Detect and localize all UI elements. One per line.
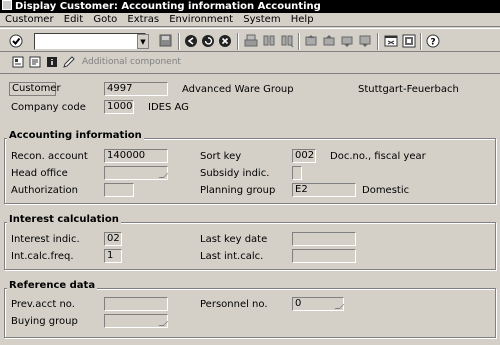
- search-help-indicator-icon: [334, 304, 345, 309]
- info-icon[interactable]: [44, 56, 59, 71]
- window-title: Display Customer: Accounting information…: [15, 1, 321, 12]
- interest-indic-field[interactable]: 02: [104, 232, 122, 246]
- find-icon[interactable]: [261, 34, 276, 49]
- find-next-icon[interactable]: [279, 34, 294, 49]
- customer-field[interactable]: 4997: [104, 82, 168, 96]
- menu-goto[interactable]: Goto: [93, 14, 117, 25]
- last-page-icon[interactable]: [357, 34, 372, 49]
- personnel-no-field[interactable]: 0: [292, 297, 345, 311]
- additional-component-button[interactable]: Additional component: [82, 57, 181, 67]
- enter-icon[interactable]: [8, 34, 23, 49]
- last-key-date-field[interactable]: [292, 232, 356, 246]
- title-bar: Display Customer: Accounting information…: [0, 0, 500, 13]
- save-icon[interactable]: [158, 34, 173, 49]
- personnel-no-value: 0: [295, 298, 302, 309]
- menu-edit[interactable]: Edit: [64, 14, 83, 25]
- menu-environment[interactable]: Environment: [169, 14, 233, 25]
- reference-data-title: Reference data: [7, 280, 98, 291]
- command-field[interactable]: [34, 33, 146, 50]
- last-int-calc-field[interactable]: [292, 249, 356, 263]
- sap-window-icon: [2, 0, 12, 10]
- menu-extras[interactable]: Extras: [127, 14, 159, 25]
- display-document-icon[interactable]: [27, 56, 42, 71]
- company-code-field[interactable]: 1000: [104, 100, 134, 114]
- authorization-label: Authorization: [11, 185, 78, 196]
- interest-calculation-title: Interest calculation: [7, 214, 121, 225]
- sort-key-label: Sort key: [200, 151, 242, 162]
- planning-group-description: Domestic: [362, 185, 410, 196]
- next-page-icon[interactable]: [339, 34, 354, 49]
- help-icon[interactable]: ?: [425, 34, 440, 49]
- work-area: Customer 4997 Advanced Ware Group Stuttg…: [0, 73, 500, 345]
- last-key-date-label: Last key date: [200, 234, 268, 245]
- prev-acct-label: Prev.acct no.: [11, 299, 75, 310]
- edit-pencil-icon[interactable]: [61, 56, 76, 71]
- search-help-indicator-icon: [158, 321, 169, 326]
- application-toolbar: Additional component: [0, 53, 500, 71]
- sort-key-field[interactable]: 002: [292, 149, 316, 163]
- int-calc-freq-label: Int.calc.freq.: [11, 251, 74, 262]
- recon-account-field[interactable]: 140000: [104, 149, 168, 163]
- subsidy-indic-field[interactable]: [292, 166, 302, 180]
- cancel-icon[interactable]: [217, 34, 232, 49]
- first-page-icon[interactable]: [303, 34, 318, 49]
- subsidy-indic-label: Subsidy indic.: [200, 168, 270, 179]
- accounting-information-title: Accounting information: [7, 130, 144, 141]
- customer-name: Advanced Ware Group: [182, 84, 294, 95]
- create-session-icon[interactable]: [383, 34, 398, 49]
- other-customer-icon[interactable]: [10, 56, 25, 71]
- buying-group-label: Buying group: [11, 316, 78, 327]
- exit-icon[interactable]: [200, 34, 215, 49]
- interest-indic-label: Interest indic.: [11, 234, 80, 245]
- head-office-field[interactable]: [104, 166, 169, 180]
- recon-account-label: Recon. account: [11, 151, 88, 162]
- menu-bar: Customer Edit Goto Extras Environment Sy…: [0, 13, 500, 27]
- planning-group-field[interactable]: E2: [292, 183, 356, 197]
- authorization-field[interactable]: [104, 183, 134, 197]
- planning-group-label: Planning group: [200, 185, 276, 196]
- customer-label: Customer: [9, 82, 61, 96]
- int-calc-freq-field[interactable]: 1: [104, 249, 122, 263]
- head-office-label: Head office: [11, 168, 68, 179]
- buying-group-field[interactable]: [104, 314, 169, 328]
- sort-key-description: Doc.no., fiscal year: [330, 151, 426, 162]
- standard-toolbar: ▼ ?: [0, 28, 500, 52]
- menu-help[interactable]: Help: [291, 14, 314, 25]
- prev-acct-field[interactable]: [104, 297, 168, 311]
- company-name: IDES AG: [148, 102, 189, 113]
- svg-text:?: ?: [430, 38, 435, 48]
- personnel-no-label: Personnel no.: [200, 299, 268, 310]
- shortcut-icon[interactable]: [401, 34, 416, 49]
- previous-page-icon[interactable]: [321, 34, 336, 49]
- menu-customer[interactable]: Customer: [5, 14, 54, 25]
- menu-system[interactable]: System: [243, 14, 280, 25]
- print-icon[interactable]: [243, 34, 258, 49]
- reference-data-group: Reference data: [4, 280, 496, 338]
- search-help-indicator-icon: [158, 173, 169, 178]
- back-icon[interactable]: [183, 34, 198, 49]
- last-int-calc-label: Last int.calc.: [200, 251, 264, 262]
- company-code-label: Company code: [11, 102, 86, 113]
- customer-city: Stuttgart-Feuerbach: [358, 84, 459, 95]
- command-dropdown-icon[interactable]: ▼: [137, 34, 149, 49]
